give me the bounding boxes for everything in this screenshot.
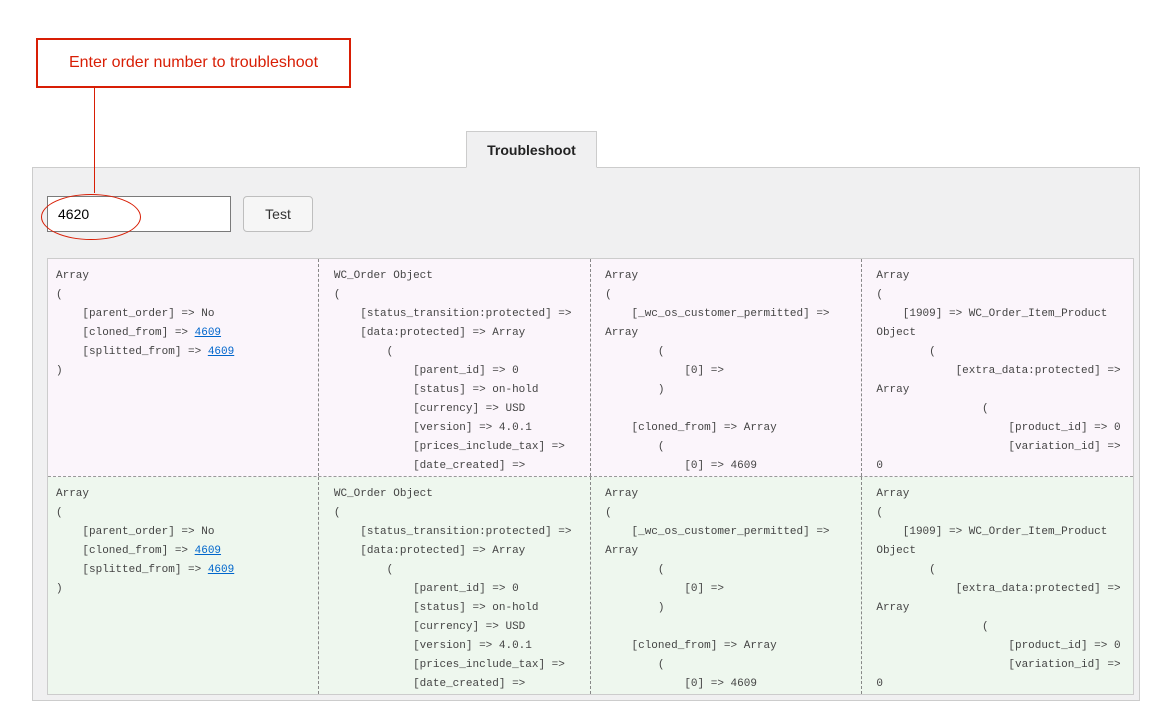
annotation-callout-text: Enter order number to troubleshoot [69, 54, 318, 72]
annotation-callout: Enter order number to troubleshoot [36, 38, 351, 88]
dump-text: Array ( [_wc_os_customer_permitted] => A… [591, 477, 861, 695]
dump-text: Array ( [_wc_os_customer_permitted] => A… [591, 259, 861, 476]
dump-text: Array ( [parent_order] => No [cloned_fro… [56, 270, 214, 339]
dump-text: [splitted_from] => [56, 564, 208, 576]
order-number-input[interactable] [47, 196, 231, 232]
col-4: Array ( [1909] => WC_Order_Item_Product … [862, 477, 1133, 695]
test-button[interactable]: Test [243, 196, 313, 232]
col-2: WC_Order Object ( [status_transition:pro… [319, 477, 590, 695]
dump-text: Array ( [1909] => WC_Order_Item_Product … [862, 477, 1133, 695]
col-1: Array ( [parent_order] => No [cloned_fro… [48, 477, 319, 695]
dump-text: WC_Order Object ( [status_transition:pro… [319, 259, 589, 476]
dump-text: Array ( [1909] => WC_Order_Item_Product … [862, 259, 1133, 476]
annotation-line [94, 88, 95, 193]
col-1: Array ( [parent_order] => No [cloned_fro… [48, 259, 319, 476]
dump-text: [splitted_from] => [56, 346, 208, 358]
col-2: WC_Order Object ( [status_transition:pro… [319, 259, 590, 476]
dump-text: Array ( [parent_order] => No [cloned_fro… [56, 488, 214, 557]
link-cloned-from[interactable]: 4609 [195, 327, 221, 339]
main-panel: Test Array ( [parent_order] => No [clone… [32, 167, 1140, 701]
dump-text: WC_Order Object ( [status_transition:pro… [319, 477, 589, 695]
tab-label: Troubleshoot [487, 142, 576, 158]
col-3: Array ( [_wc_os_customer_permitted] => A… [591, 477, 862, 695]
col-4: Array ( [1909] => WC_Order_Item_Product … [862, 259, 1133, 476]
dump-text: ) [56, 365, 63, 377]
link-splitted-from[interactable]: 4609 [208, 346, 234, 358]
tab-troubleshoot[interactable]: Troubleshoot [466, 131, 597, 168]
link-splitted-from[interactable]: 4609 [208, 564, 234, 576]
page-root: Enter order number to troubleshoot Troub… [0, 0, 1155, 718]
result-columns: Array ( [parent_order] => No [cloned_fro… [48, 477, 1133, 695]
col-3: Array ( [_wc_os_customer_permitted] => A… [591, 259, 862, 476]
result-block-top[interactable]: Array ( [parent_order] => No [cloned_fro… [48, 259, 1133, 477]
form-row: Test [47, 196, 313, 232]
results-container: Array ( [parent_order] => No [cloned_fro… [47, 258, 1134, 695]
result-block-bottom[interactable]: Array ( [parent_order] => No [cloned_fro… [48, 477, 1133, 695]
link-cloned-from[interactable]: 4609 [195, 545, 221, 557]
result-columns: Array ( [parent_order] => No [cloned_fro… [48, 259, 1133, 476]
dump-text: ) [56, 583, 63, 595]
